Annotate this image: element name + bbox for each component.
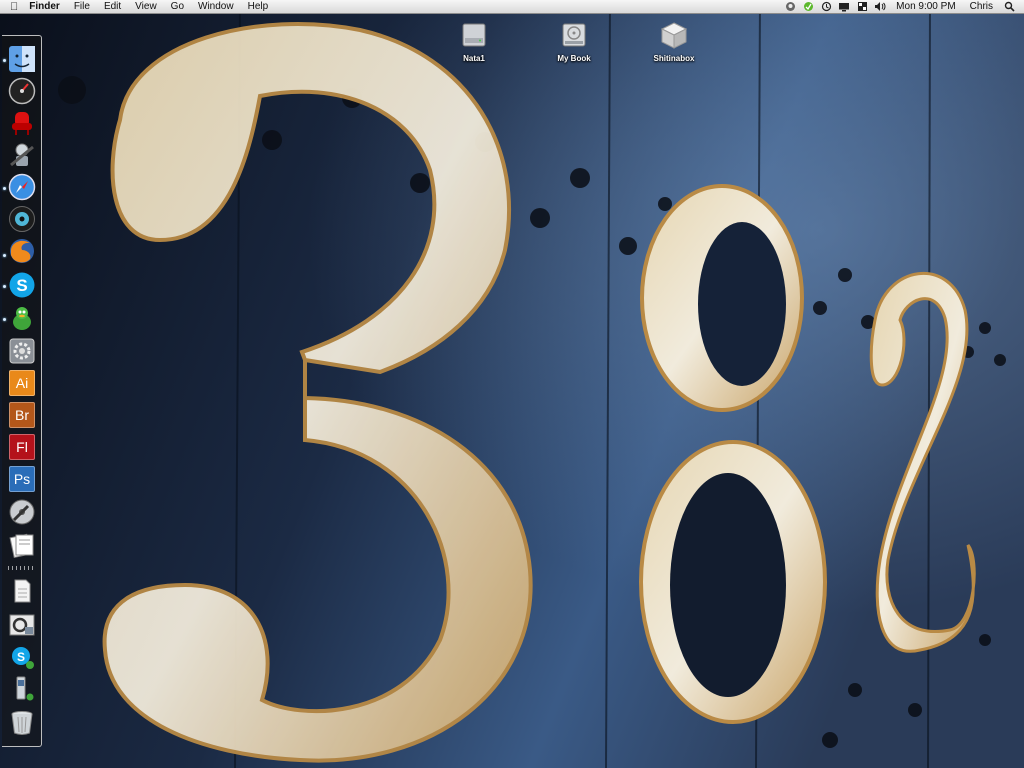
- system-preferences-icon: [9, 338, 35, 364]
- svg-text:S: S: [17, 650, 25, 664]
- dock-downloads-stack[interactable]: [7, 610, 37, 640]
- dock-dvd-player[interactable]: [7, 204, 37, 234]
- document-stack-icon: [14, 579, 31, 603]
- dock-front-row[interactable]: [7, 108, 37, 138]
- menu-window[interactable]: Window: [191, 0, 241, 14]
- preview-icon: [9, 533, 34, 559]
- dock-separator: [8, 566, 36, 570]
- hard-drive-icon: [459, 20, 489, 50]
- time-machine-icon[interactable]: [817, 0, 835, 14]
- dock-flash[interactable]: Fl: [7, 432, 37, 462]
- skype-status-icon[interactable]: [781, 0, 799, 14]
- dashboard-icon: [8, 77, 36, 105]
- spotlight-icon[interactable]: [1000, 0, 1018, 14]
- dock-finder[interactable]: [7, 44, 37, 74]
- photoshop-icon: Ps: [9, 466, 35, 492]
- trash-icon: [11, 711, 33, 735]
- finder-icon: [9, 46, 35, 72]
- dvd-player-icon: [9, 206, 35, 232]
- menu-file[interactable]: File: [67, 0, 97, 14]
- safari-icon: [8, 173, 36, 201]
- spaces-icon[interactable]: [853, 0, 871, 14]
- desktop-icon-label: My Book: [557, 54, 591, 63]
- menu-user[interactable]: Chris: [963, 0, 1000, 14]
- adium-duck-icon: [13, 307, 31, 330]
- applications-stack-icon: [16, 676, 34, 701]
- box-icon: [659, 20, 689, 50]
- dock-adium[interactable]: [7, 303, 37, 333]
- illustrator-icon: Ai: [9, 370, 35, 396]
- desktop-wallpaper: [0, 0, 1024, 768]
- automator-icon: [10, 143, 34, 167]
- dock-trash[interactable]: [7, 707, 37, 737]
- dock: S Ai Br Fl Ps S: [2, 35, 42, 747]
- menu-bar:  Finder File Edit View Go Window Help M…: [0, 0, 1024, 14]
- desktop-icon-label: Nata1: [463, 54, 485, 63]
- dock-illustrator[interactable]: Ai: [7, 368, 37, 398]
- disk-utility-icon: [9, 499, 35, 525]
- menu-help[interactable]: Help: [241, 0, 276, 14]
- desktop-icon-label: Shitinabox: [653, 54, 695, 63]
- dock-applications-stack[interactable]: [7, 673, 37, 703]
- svg-text:S: S: [16, 276, 27, 295]
- front-row-icon: [12, 112, 32, 135]
- running-indicator: [3, 254, 6, 257]
- dock-system-preferences[interactable]: [7, 336, 37, 366]
- dock-skype[interactable]: S: [7, 270, 37, 300]
- dock-preview[interactable]: [7, 530, 37, 560]
- volume-icon[interactable]: [871, 0, 889, 14]
- menu-clock[interactable]: Mon 9:00 PM: [889, 0, 962, 14]
- dock-safari[interactable]: [7, 172, 37, 202]
- running-indicator: [3, 285, 6, 288]
- running-indicator: [3, 318, 6, 321]
- flash-icon: Fl: [9, 434, 35, 460]
- menu-app-name[interactable]: Finder: [25, 0, 67, 14]
- dock-automator[interactable]: [7, 140, 37, 170]
- apple-menu-icon[interactable]: : [0, 0, 25, 14]
- skype-stack-icon: S: [12, 647, 34, 669]
- downloads-stack-icon: [9, 614, 35, 636]
- bridge-icon: Br: [9, 402, 35, 428]
- adium-status-icon[interactable]: [799, 0, 817, 14]
- dock-skype-stack[interactable]: S: [7, 642, 37, 672]
- desktop-icon-nata1[interactable]: Nata1: [434, 20, 514, 63]
- running-indicator: [3, 187, 6, 190]
- external-drive-icon: [559, 20, 589, 50]
- desktop-icon-shitinabox[interactable]: Shitinabox: [634, 20, 714, 63]
- menu-view[interactable]: View: [128, 0, 164, 14]
- dock-documents-stack[interactable]: [7, 576, 37, 606]
- dock-photoshop[interactable]: Ps: [7, 464, 37, 494]
- skype-icon: S: [9, 272, 35, 298]
- desktop-icon-my-book[interactable]: My Book: [534, 20, 614, 63]
- firefox-icon: [10, 239, 34, 263]
- menu-go[interactable]: Go: [164, 0, 191, 14]
- dock-disk-utility[interactable]: [7, 497, 37, 527]
- menu-edit[interactable]: Edit: [97, 0, 128, 14]
- display-icon[interactable]: [835, 0, 853, 14]
- menu-extras: Mon 9:00 PM Chris: [781, 0, 1024, 14]
- dock-firefox[interactable]: [7, 236, 37, 266]
- running-indicator: [3, 59, 6, 62]
- dock-dashboard[interactable]: [7, 76, 37, 106]
- dock-bridge[interactable]: Br: [7, 400, 37, 430]
